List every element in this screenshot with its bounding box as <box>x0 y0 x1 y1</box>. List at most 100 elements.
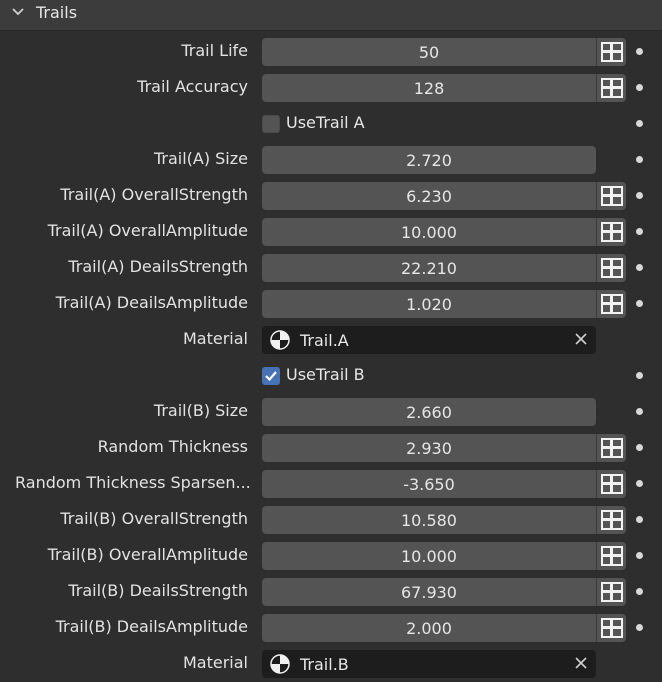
chevron-down-icon <box>12 8 24 16</box>
checkbox-label[interactable]: UseTrail A <box>286 113 365 132</box>
material-selector[interactable]: Trail.B <box>262 650 596 678</box>
material-selector[interactable]: Trail.A <box>262 326 596 354</box>
property-row: Trail(B) OverallAmplitude 10.000 <box>0 538 662 574</box>
checkbox-label[interactable]: UseTrail B <box>286 365 365 384</box>
property-label: Trail(A) OverallAmplitude <box>47 221 248 240</box>
decorator-dot-icon[interactable] <box>636 372 643 379</box>
number-field[interactable]: 22.210 <box>262 254 596 282</box>
number-field[interactable]: 6.230 <box>262 182 596 210</box>
keyframe-button[interactable] <box>596 506 626 534</box>
decorator-dot-icon[interactable] <box>636 120 643 127</box>
use-trail-a-checkbox[interactable] <box>262 115 280 133</box>
material-sphere-icon <box>270 654 290 674</box>
number-field[interactable]: 2.660 <box>262 398 596 426</box>
property-label: Trail(A) DeailsAmplitude <box>55 293 248 312</box>
property-row: Trail(B) OverallStrength 10.580 <box>0 502 662 538</box>
decorator-dot-icon[interactable] <box>636 228 643 235</box>
keyframe-icon <box>600 42 623 62</box>
checkmark-icon <box>265 371 277 382</box>
number-field[interactable]: 2.000 <box>262 614 596 642</box>
property-row: Trail(A) Size 2.720 <box>0 142 662 178</box>
property-label: Trail Life <box>181 41 248 60</box>
decorator-dot-icon[interactable] <box>636 264 643 271</box>
number-field[interactable]: 2.720 <box>262 146 596 174</box>
property-row: Trail Life 50 <box>0 34 662 70</box>
property-row: Trail(A) OverallAmplitude 10.000 <box>0 214 662 250</box>
decorator-dot-icon[interactable] <box>636 552 643 559</box>
decorator-dot-icon[interactable] <box>636 84 643 91</box>
number-field[interactable]: 128 <box>262 74 596 102</box>
keyframe-button[interactable] <box>596 74 626 102</box>
number-field[interactable]: 10.000 <box>262 542 596 570</box>
property-row: Random Thickness 2.930 <box>0 430 662 466</box>
property-label: Material <box>183 329 248 348</box>
property-label: Trail(A) Size <box>153 149 248 168</box>
decorator-dot-icon[interactable] <box>636 516 643 523</box>
decorator-dot-icon[interactable] <box>636 624 643 631</box>
material-name: Trail.A <box>300 331 349 350</box>
property-row: Trail(A) DeailsAmplitude 1.020 <box>0 286 662 322</box>
keyframe-icon <box>600 438 623 458</box>
property-label: Random Thickness <box>97 437 248 456</box>
number-field[interactable]: -3.650 <box>262 470 596 498</box>
keyframe-icon <box>600 186 623 206</box>
property-label: Random Thickness Sparsen... <box>15 473 251 492</box>
property-label: Trail(B) DeailsAmplitude <box>55 617 248 636</box>
keyframe-icon <box>600 546 623 566</box>
material-sphere-icon <box>270 330 290 350</box>
material-name: Trail.B <box>300 655 349 674</box>
keyframe-icon <box>600 78 623 98</box>
number-field[interactable]: 10.580 <box>262 506 596 534</box>
property-row: Trail(B) DeailsAmplitude 2.000 <box>0 610 662 646</box>
keyframe-button[interactable] <box>596 578 626 606</box>
property-row: Material Trail.B <box>0 646 662 682</box>
number-field[interactable]: 50 <box>262 38 596 66</box>
keyframe-button[interactable] <box>596 614 626 642</box>
decorator-dot-icon[interactable] <box>636 48 643 55</box>
keyframe-icon <box>600 294 623 314</box>
keyframe-button[interactable] <box>596 290 626 318</box>
number-field[interactable]: 1.020 <box>262 290 596 318</box>
keyframe-button[interactable] <box>596 182 626 210</box>
clear-icon[interactable] <box>574 656 588 670</box>
decorator-dot-icon[interactable] <box>636 300 643 307</box>
decorator-dot-icon[interactable] <box>636 480 643 487</box>
property-row: Random Thickness Sparsen... -3.650 <box>0 466 662 502</box>
property-label: Material <box>183 653 248 672</box>
panel-title: Trails <box>36 2 78 22</box>
property-row: Trail Accuracy 128 <box>0 70 662 106</box>
keyframe-button[interactable] <box>596 218 626 246</box>
panel-header[interactable]: Trails <box>0 0 662 31</box>
decorator-dot-icon[interactable] <box>636 156 643 163</box>
property-row: Material Trail.A <box>0 322 662 358</box>
number-field[interactable]: 2.930 <box>262 434 596 462</box>
property-row: UseTrail A <box>0 106 662 142</box>
clear-icon[interactable] <box>574 332 588 346</box>
property-row: Trail(A) OverallStrength 6.230 <box>0 178 662 214</box>
number-field[interactable]: 67.930 <box>262 578 596 606</box>
property-row: UseTrail B <box>0 358 662 394</box>
keyframe-button[interactable] <box>596 470 626 498</box>
decorator-dot-icon[interactable] <box>636 192 643 199</box>
keyframe-button[interactable] <box>596 542 626 570</box>
property-row: Trail(B) DeailsStrength 67.930 <box>0 574 662 610</box>
property-label: Trail Accuracy <box>137 77 248 96</box>
property-row: Trail(A) DeailsStrength 22.210 <box>0 250 662 286</box>
keyframe-icon <box>600 474 623 494</box>
decorator-dot-icon[interactable] <box>636 588 643 595</box>
use-trail-b-checkbox[interactable] <box>262 367 280 385</box>
property-label: Trail(B) Size <box>153 401 248 420</box>
property-row: Trail(B) Size 2.660 <box>0 394 662 430</box>
decorator-dot-icon[interactable] <box>636 444 643 451</box>
property-label: Trail(A) DeailsStrength <box>68 257 248 276</box>
keyframe-button[interactable] <box>596 434 626 462</box>
number-field[interactable]: 10.000 <box>262 218 596 246</box>
decorator-dot-icon[interactable] <box>636 408 643 415</box>
keyframe-icon <box>600 258 623 278</box>
keyframe-button[interactable] <box>596 254 626 282</box>
keyframe-icon <box>600 510 623 530</box>
keyframe-icon <box>600 582 623 602</box>
property-label: Trail(B) OverallAmplitude <box>47 545 248 564</box>
keyframe-button[interactable] <box>596 38 626 66</box>
property-label: Trail(B) OverallStrength <box>60 509 248 528</box>
